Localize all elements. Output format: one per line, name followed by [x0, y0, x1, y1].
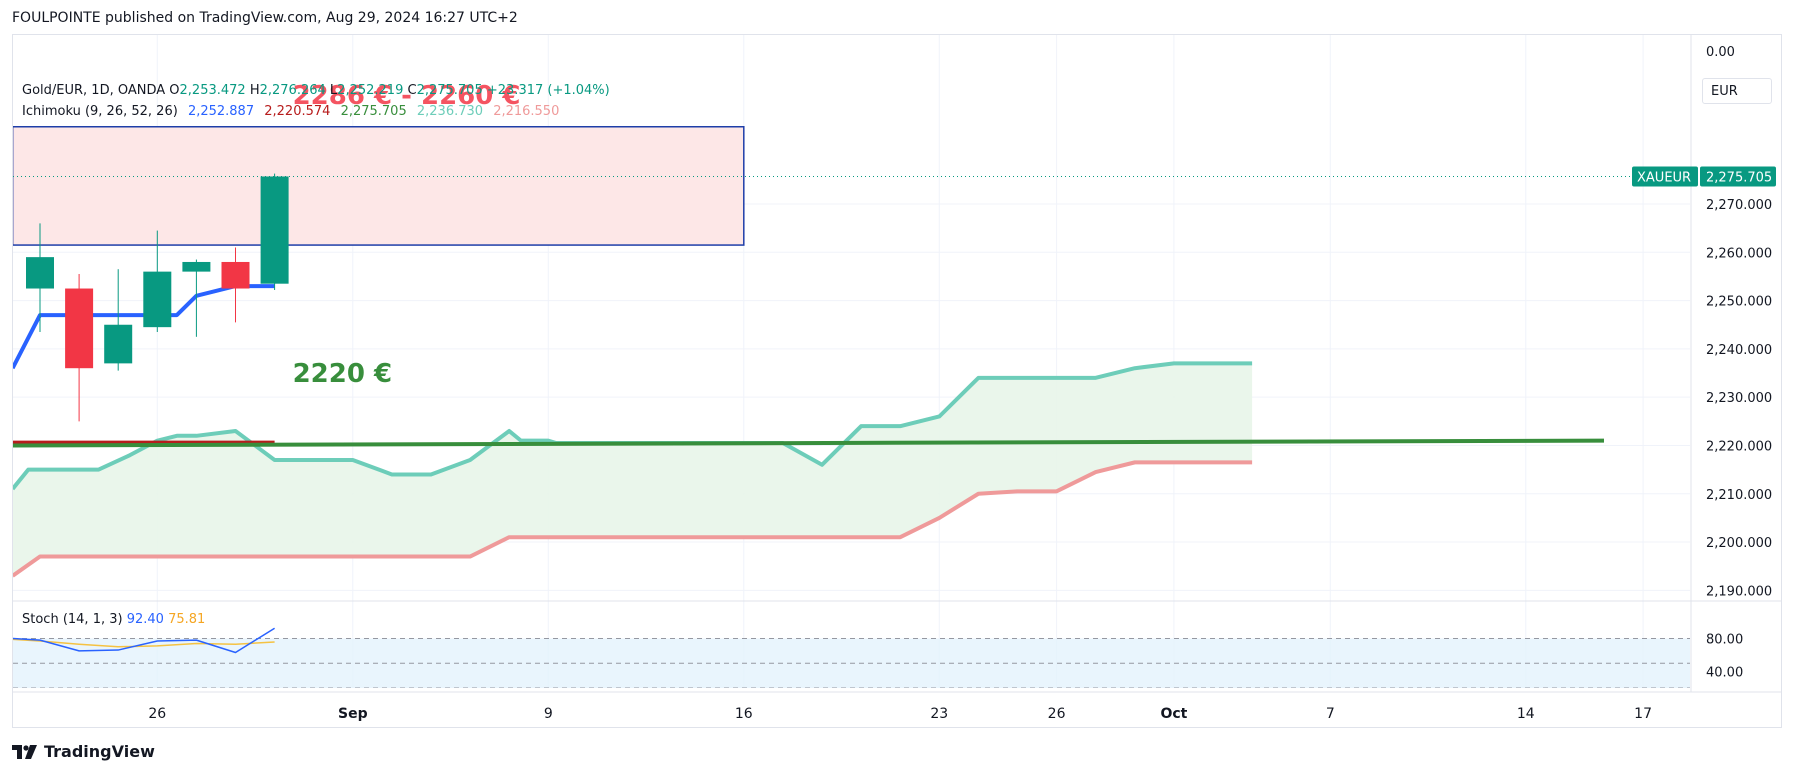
ichimoku-span-b-value: 2,216.550: [493, 104, 560, 119]
candle-body: [221, 261, 250, 289]
legend-open: 2,253.472: [179, 83, 246, 98]
price-tick-label: 2,230.000: [1706, 391, 1772, 406]
ichimoku-span-a-value: 2,236.730: [416, 104, 484, 119]
price-tick-label: 2,250.000: [1706, 295, 1772, 310]
main-pane: [13, 126, 1690, 578]
candle-body: [260, 176, 289, 284]
time-tick-label: 9: [544, 706, 553, 722]
ichimoku-chikou-value: 2,275.705: [340, 104, 407, 119]
ichimoku-legend-label[interactable]: Ichimoku (9, 26, 52, 26): [22, 104, 178, 119]
price-tick-label: 2,190.000: [1706, 584, 1772, 599]
price-tick-label: 2,260.000: [1706, 246, 1772, 261]
last-price-tag: 2,275.705: [1706, 170, 1772, 185]
time-tick-label: 16: [735, 706, 753, 722]
time-tick-label: 26: [148, 706, 166, 722]
footer-brand: TradingView: [12, 742, 155, 761]
legend-close-label: C: [407, 83, 417, 98]
legend-high: 2,276.264: [259, 83, 326, 98]
support-label: 2220 €: [293, 359, 393, 389]
candle-body: [104, 324, 133, 364]
ichimoku-kijun-value: 2,220.574: [264, 104, 331, 119]
price-tick-label: 2,200.000: [1706, 536, 1772, 551]
stoch-k-value: 92.40: [126, 612, 164, 627]
price-tick-label: 2,240.000: [1706, 343, 1772, 358]
footer-brand-text: TradingView: [44, 742, 155, 761]
stoch-legend: Stoch (14, 1, 3) 92.40 75.81: [22, 612, 205, 627]
currency-selector[interactable]: EUR: [1702, 78, 1772, 104]
candle-body: [26, 257, 54, 289]
stoch-pane: [13, 627, 1690, 688]
time-tick-label: 17: [1634, 706, 1652, 722]
ichimoku-tenkan-value: 2,252.887: [187, 104, 255, 119]
price-tick-label: 2,270.000: [1706, 198, 1772, 213]
time-tick-label: Sep: [338, 706, 368, 722]
legend-high-label: H: [249, 83, 260, 98]
legend-low: 2,252.219: [337, 83, 404, 98]
stoch-tick-label: 80.00: [1706, 633, 1743, 648]
stoch-legend-label[interactable]: Stoch (14, 1, 3): [22, 612, 123, 627]
legend-change: +23.317 (+1.04%): [486, 83, 610, 98]
stoch-d-value: 75.81: [168, 612, 206, 627]
candle-body: [65, 288, 94, 369]
symbol-tag: XAUEUR: [1637, 170, 1691, 185]
price-tick-label: 2,220.000: [1706, 439, 1772, 454]
time-tick-label: 14: [1517, 706, 1535, 722]
symbol-legend: Gold/EUR, 1D, OANDA O2,253.472 H2,276.26…: [22, 80, 610, 122]
ichimoku-cloud: [13, 363, 1253, 576]
candle-body: [182, 261, 211, 272]
resistance-zone: [13, 126, 745, 246]
time-tick-label: Oct: [1160, 706, 1187, 722]
price-tick-label: 2,210.000: [1706, 488, 1772, 503]
price-tick-label: 0.00: [1706, 45, 1735, 60]
legend-open-label: O: [169, 83, 180, 98]
candle-body: [143, 271, 172, 328]
time-tick-label: 7: [1326, 706, 1335, 722]
time-tick-label: 26: [1048, 706, 1066, 722]
legend-close: 2,275.705: [416, 83, 483, 98]
time-tick-label: 23: [930, 706, 948, 722]
legend-symbol[interactable]: Gold/EUR, 1D, OANDA: [22, 83, 165, 98]
stoch-tick-label: 40.00: [1706, 666, 1743, 681]
tradingview-logo-icon: [12, 744, 37, 759]
